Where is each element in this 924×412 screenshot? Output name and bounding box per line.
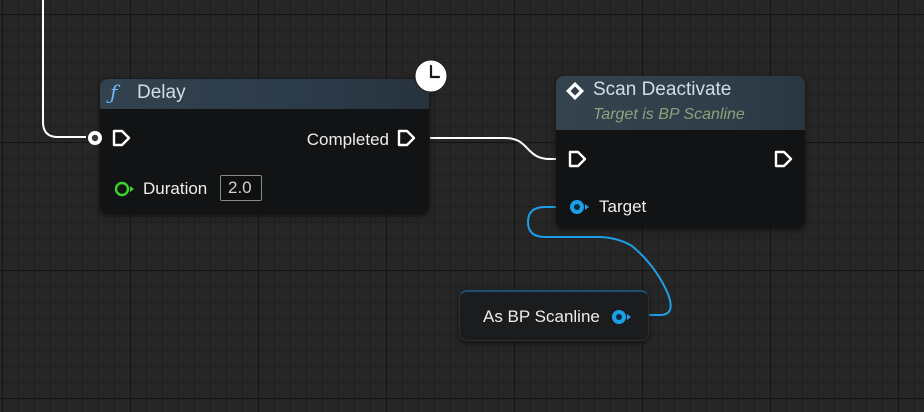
delay-completed-label: Completed xyxy=(306,130,389,149)
delay-completed-exec-out-pin[interactable] xyxy=(397,129,417,147)
scan-deactivate-title: Scan Deactivate xyxy=(593,79,732,100)
target-object-pin[interactable] xyxy=(567,197,591,217)
delay-node-title: Delay xyxy=(137,82,186,103)
exec-wire-completed-to-scan-deactivate[interactable] xyxy=(430,137,560,160)
exec-wire-into-delay[interactable] xyxy=(42,0,86,138)
as-bp-scanline-object-pin[interactable] xyxy=(609,307,633,327)
function-icon: ƒ xyxy=(110,80,118,104)
duration-value-field[interactable]: 2.0 xyxy=(220,175,262,201)
delay-node[interactable]: ƒ Delay Completed Duration 2.0 xyxy=(100,79,429,214)
duration-label: Duration xyxy=(143,179,208,198)
as-bp-scanline-node[interactable]: As BP Scanline xyxy=(459,290,649,341)
scan-deactivate-node[interactable]: Scan Deactivate Target is BP Scanline Ta… xyxy=(556,76,805,228)
as-bp-scanline-label: As BP Scanline xyxy=(483,307,600,326)
scan-deactivate-exec-in-pin[interactable] xyxy=(568,150,588,168)
clock-icon xyxy=(414,59,448,93)
delay-exec-in-pin[interactable] xyxy=(112,129,132,147)
target-label: Target xyxy=(599,197,647,216)
duration-float-pin[interactable] xyxy=(113,179,135,199)
reroute-exec-in-circle[interactable] xyxy=(85,128,105,148)
event-call-icon xyxy=(566,82,584,100)
scan-deactivate-exec-out-pin[interactable] xyxy=(774,150,794,168)
scan-deactivate-subtitle: Target is BP Scanline xyxy=(593,106,745,123)
duration-value-text: 2.0 xyxy=(228,178,252,197)
